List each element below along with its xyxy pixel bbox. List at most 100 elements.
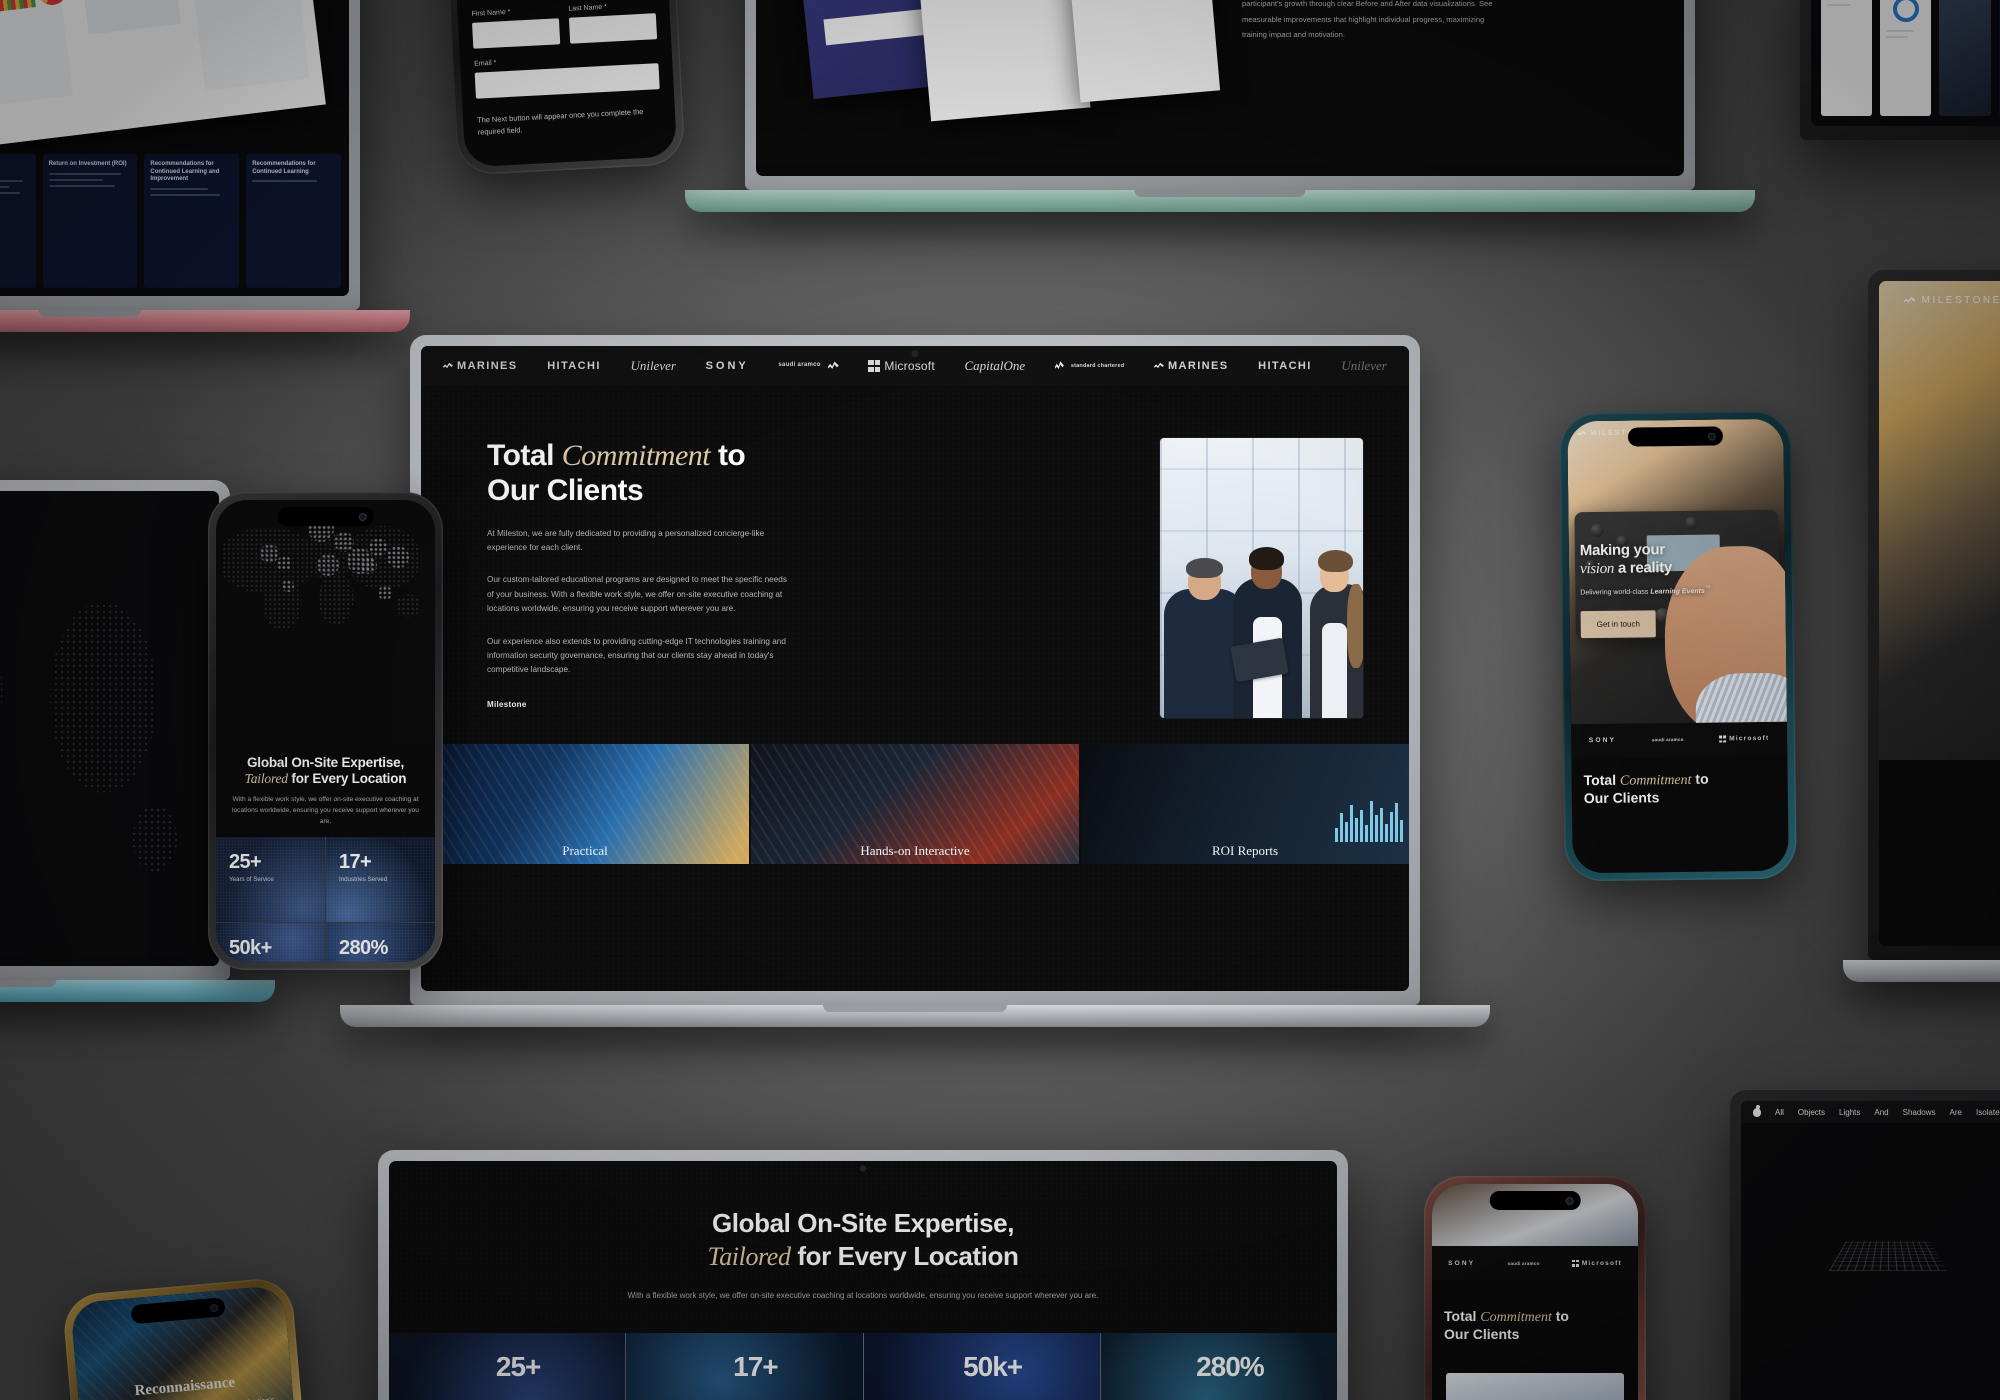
phone-heading: Global On-Site Expertise, Tailored for E… [230,755,421,788]
menu-item-and[interactable]: And [1874,1108,1888,1117]
logo-microsoft[interactable]: Microsoft [1582,1260,1622,1267]
logo-text: MARINES [1167,360,1229,372]
phone-screen: First Name * Last Name * Email * The Nex… [450,0,678,168]
menu-item-are[interactable]: Are [1950,1108,1962,1117]
laptop-left-lower [0,480,275,1002]
tablet-lid: MILESTONE MARINES [1868,270,2000,960]
logo-hitachi-1[interactable]: HITACHI [547,360,601,372]
heading-line-1: Global On-Site Expertise, [246,754,405,770]
stat-average-roi: 280% [1099,1332,1337,1400]
stat-number: 280% [339,937,388,960]
menu-item-shadows[interactable]: Shadows [1903,1108,1936,1117]
stat-years-of-service: 25+ Years of Service [216,837,325,923]
team-photo-thumb [1446,1373,1624,1400]
apple-logo-icon[interactable] [1753,1104,1761,1117]
microsoft-grid-icon [1571,1259,1579,1267]
stat-people-trained: 50k+ People trained [216,923,325,962]
menu-item-objects[interactable]: Objects [1798,1108,1825,1117]
card-recommendations-2: Recommendations for Continued Learning [246,154,341,288]
first-name-input[interactable] [472,18,561,49]
logo-sony[interactable]: SONY [1448,1260,1475,1267]
tile-caption: Hands-on Interactive [860,843,970,858]
heading-line-1: Making your [1579,541,1665,560]
heading-emphasis: vision [1579,560,1615,578]
logo-marines-1[interactable]: MARINES [443,360,518,372]
heading-line-2: Our Clients [1583,789,1660,807]
hero-paragraph-3: Our experience also extends to providing… [487,636,786,675]
stat-years-of-service: 25+ [389,1332,626,1400]
logo-standard-chartered[interactable]: standard chartered [1054,360,1124,372]
heading-part-a: Total [1583,771,1621,788]
card-title: Return on Investment (ROI) [48,161,127,167]
logo-microsoft[interactable]: Microsoft [1729,735,1769,742]
laptop-lid [0,480,230,980]
laptop-lid: Global On-Site Expertise, Tailored for E… [378,1150,1348,1400]
logo-saudi-aramco[interactable]: saudi aramco [1652,737,1684,742]
laptop-lid: All Objects Lights And Shadows Are Isola… [1730,1090,2000,1400]
get-in-touch-button[interactable]: Get in touch [1580,609,1657,638]
heading-part-b: to [1551,1308,1569,1324]
logo-sony[interactable]: SONY [706,360,749,372]
performance-report-hero: Report Alex Taylor 2024 Leadership Train… [756,0,1684,176]
laptop-screen: Report Alex Taylor 2024 Leadership Train… [756,0,1684,176]
logo-saudi-aramco[interactable]: saudi aramco [778,361,839,372]
logo-unilever-2[interactable]: Unilever [1341,358,1386,374]
heading-line-2: Our Clients [1444,1326,1520,1343]
marines-emblem-icon [1153,362,1164,369]
heading-emphasis: Commitment [1619,772,1692,789]
logo-hitachi-2[interactable]: HITACHI [1258,360,1312,372]
laptop-lid: MARINES HITACHI Unilever SONY saudi aram… [410,335,1420,1005]
stat-number: 50k+ [229,937,272,960]
team-photo [1160,438,1363,718]
notch [1627,426,1724,447]
last-name-input[interactable] [568,13,658,44]
logo-saudi-aramco[interactable]: saudi aramco [1508,1261,1540,1266]
logo-text: SONY [705,360,749,372]
hero-paragraph-1: At Mileston, we are fully dedicated to p… [487,528,765,553]
webcam-icon [912,351,918,356]
tablet-screen: MILESTONE MARINES [1879,281,2000,946]
logo-microsoft[interactable]: Microsoft [868,359,935,373]
phone-bottom-right: SONY saudi aramco Microsoft Total Commit… [1424,1176,1646,1400]
heading-part-b: to [710,439,746,472]
laptop-base [0,980,275,1002]
milestone-logo-icon [1903,296,1916,303]
logo-capitalone[interactable]: CapitalOne [965,358,1026,374]
menu-item-isolated[interactable]: Isolated [1976,1108,2000,1117]
last-name-label: Last Name * [568,3,608,13]
menu-item-all[interactable]: All [1775,1108,1784,1117]
stats-row: 25+ 17+ 50k+ 280% [389,1332,1337,1400]
tile-practical[interactable]: Practical [421,744,749,864]
report-sheets-screen: Performance Highlights Impact on Work Pe… [0,0,349,296]
sub-part-a: Delivering world-class [1580,588,1651,597]
laptop-top-left: Performance Highlights Impact on Work Pe… [0,0,410,332]
heading-emphasis: Commitment [1480,1310,1552,1325]
logo-text: MARINES [457,360,518,372]
email-input[interactable] [474,63,660,99]
heading-emphasis: Tailored [244,771,288,787]
phone-screen: MILESTONE Making your vision a reality D… [1567,418,1789,874]
logo-text: Unilever [1341,358,1387,373]
menu-item-lights[interactable]: Lights [1839,1108,1860,1117]
heading-line-2: for Every Location [287,771,407,787]
mini-logo-bar: SONY saudi aramco Microsoft [1570,721,1788,759]
doc-card-performance: Performance [1821,0,1873,116]
logo-sony[interactable]: SONY [1589,737,1616,744]
vision-sub: Delivering world-class Learning Events™ [1580,584,1738,598]
phone-body: With a flexible work style, we offer on-… [232,795,419,825]
worldmap-screen [0,491,219,966]
milestone-logo-icon [1577,430,1586,437]
bar-chart-graphic [1335,796,1403,842]
first-name-label: First Name * [471,8,511,18]
laptop-base [340,1005,1490,1027]
menu-bar[interactable]: All Objects Lights And Shadows Are Isola… [1741,1101,2000,1123]
logo-marines-2[interactable]: MARINES [1153,360,1229,372]
tile-roi-reports[interactable]: ROI Reports [1081,744,1409,864]
website-total-commitment: MARINES HITACHI Unilever SONY saudi aram… [421,346,1409,991]
laptop-screen: Global On-Site Expertise, Tailored for E… [389,1161,1337,1400]
laptop-screen: MARINES HITACHI Unilever SONY saudi aram… [421,346,1409,991]
vision-hero: MILESTONE Making your vision a reality D… [1567,418,1787,725]
tile-hands-on-interactive[interactable]: Hands-on Interactive [751,744,1079,864]
card-impact-work-performance: Impact on Work Performance [0,154,36,288]
logo-unilever-1[interactable]: Unilever [630,358,675,374]
